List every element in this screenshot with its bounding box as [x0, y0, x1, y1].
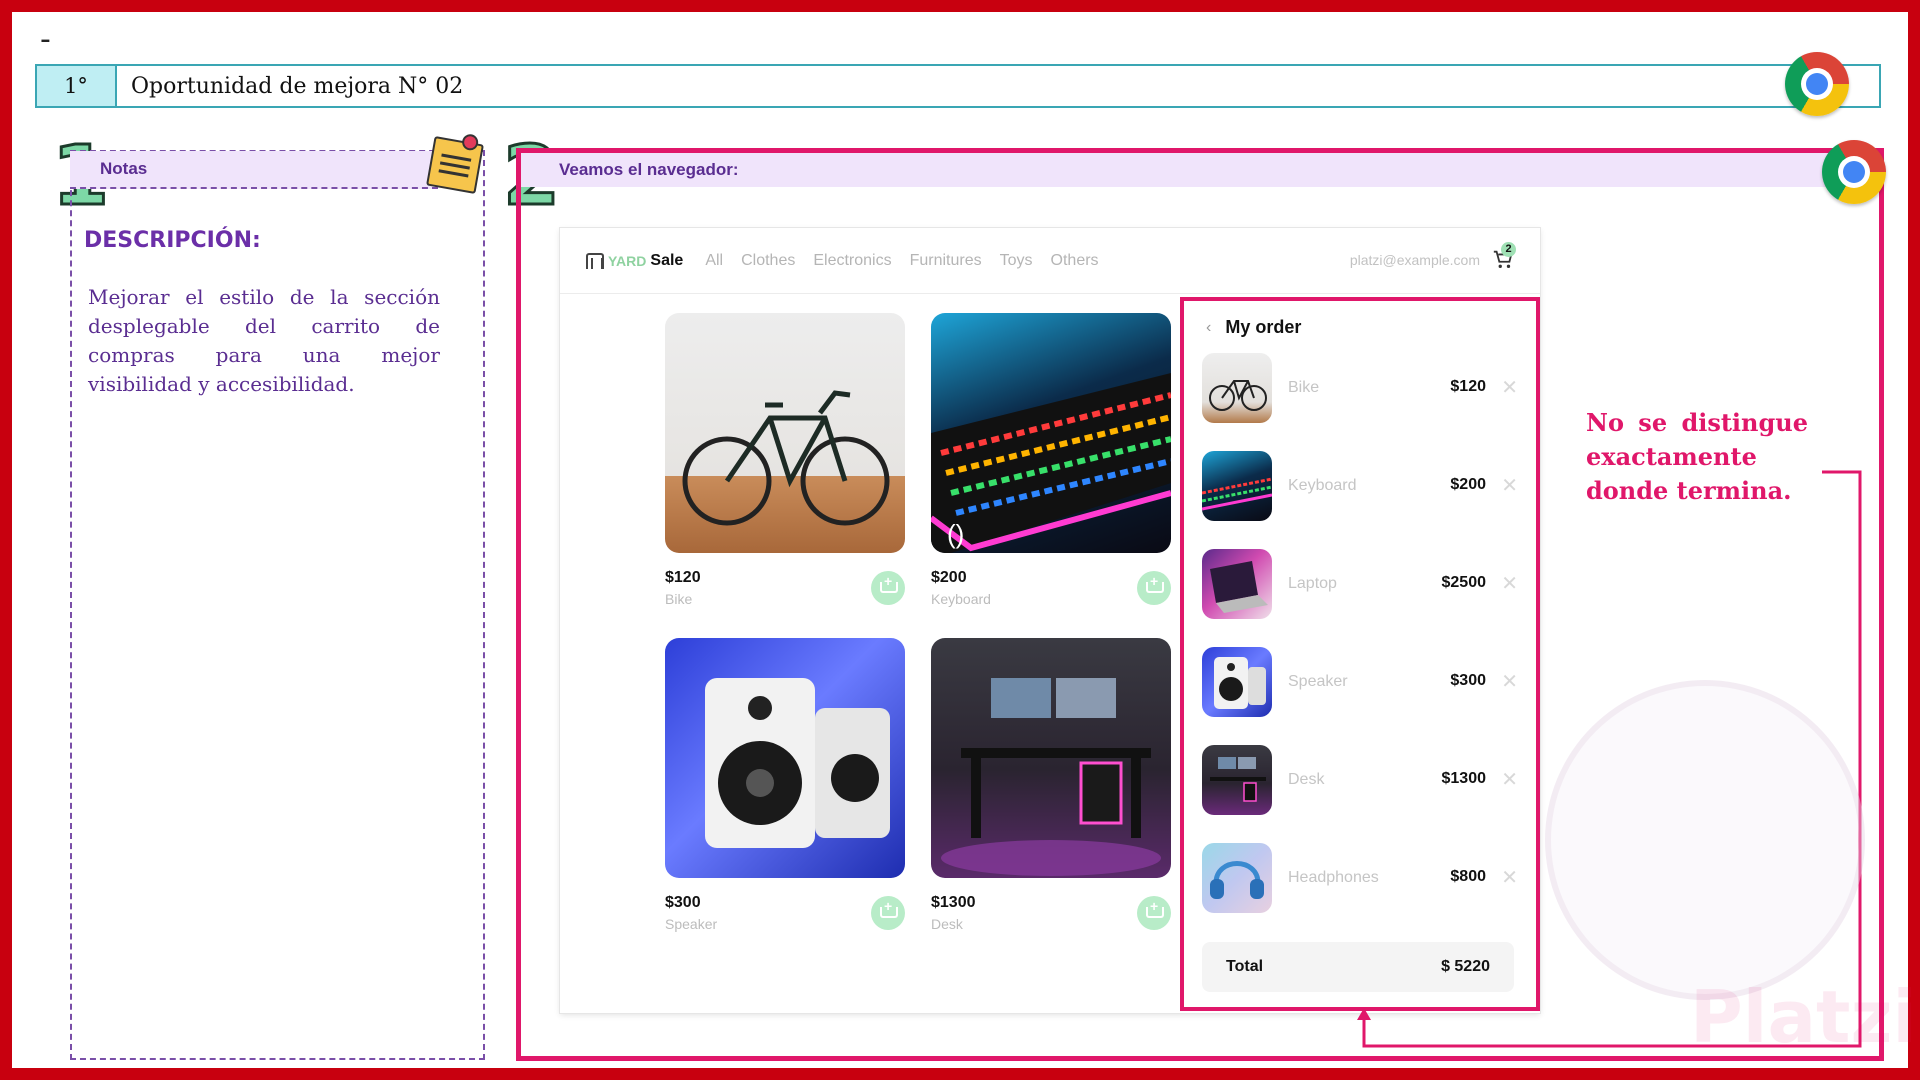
watermark-badge	[1545, 680, 1865, 1000]
watermark-logo: Platzi	[1690, 975, 1918, 1059]
